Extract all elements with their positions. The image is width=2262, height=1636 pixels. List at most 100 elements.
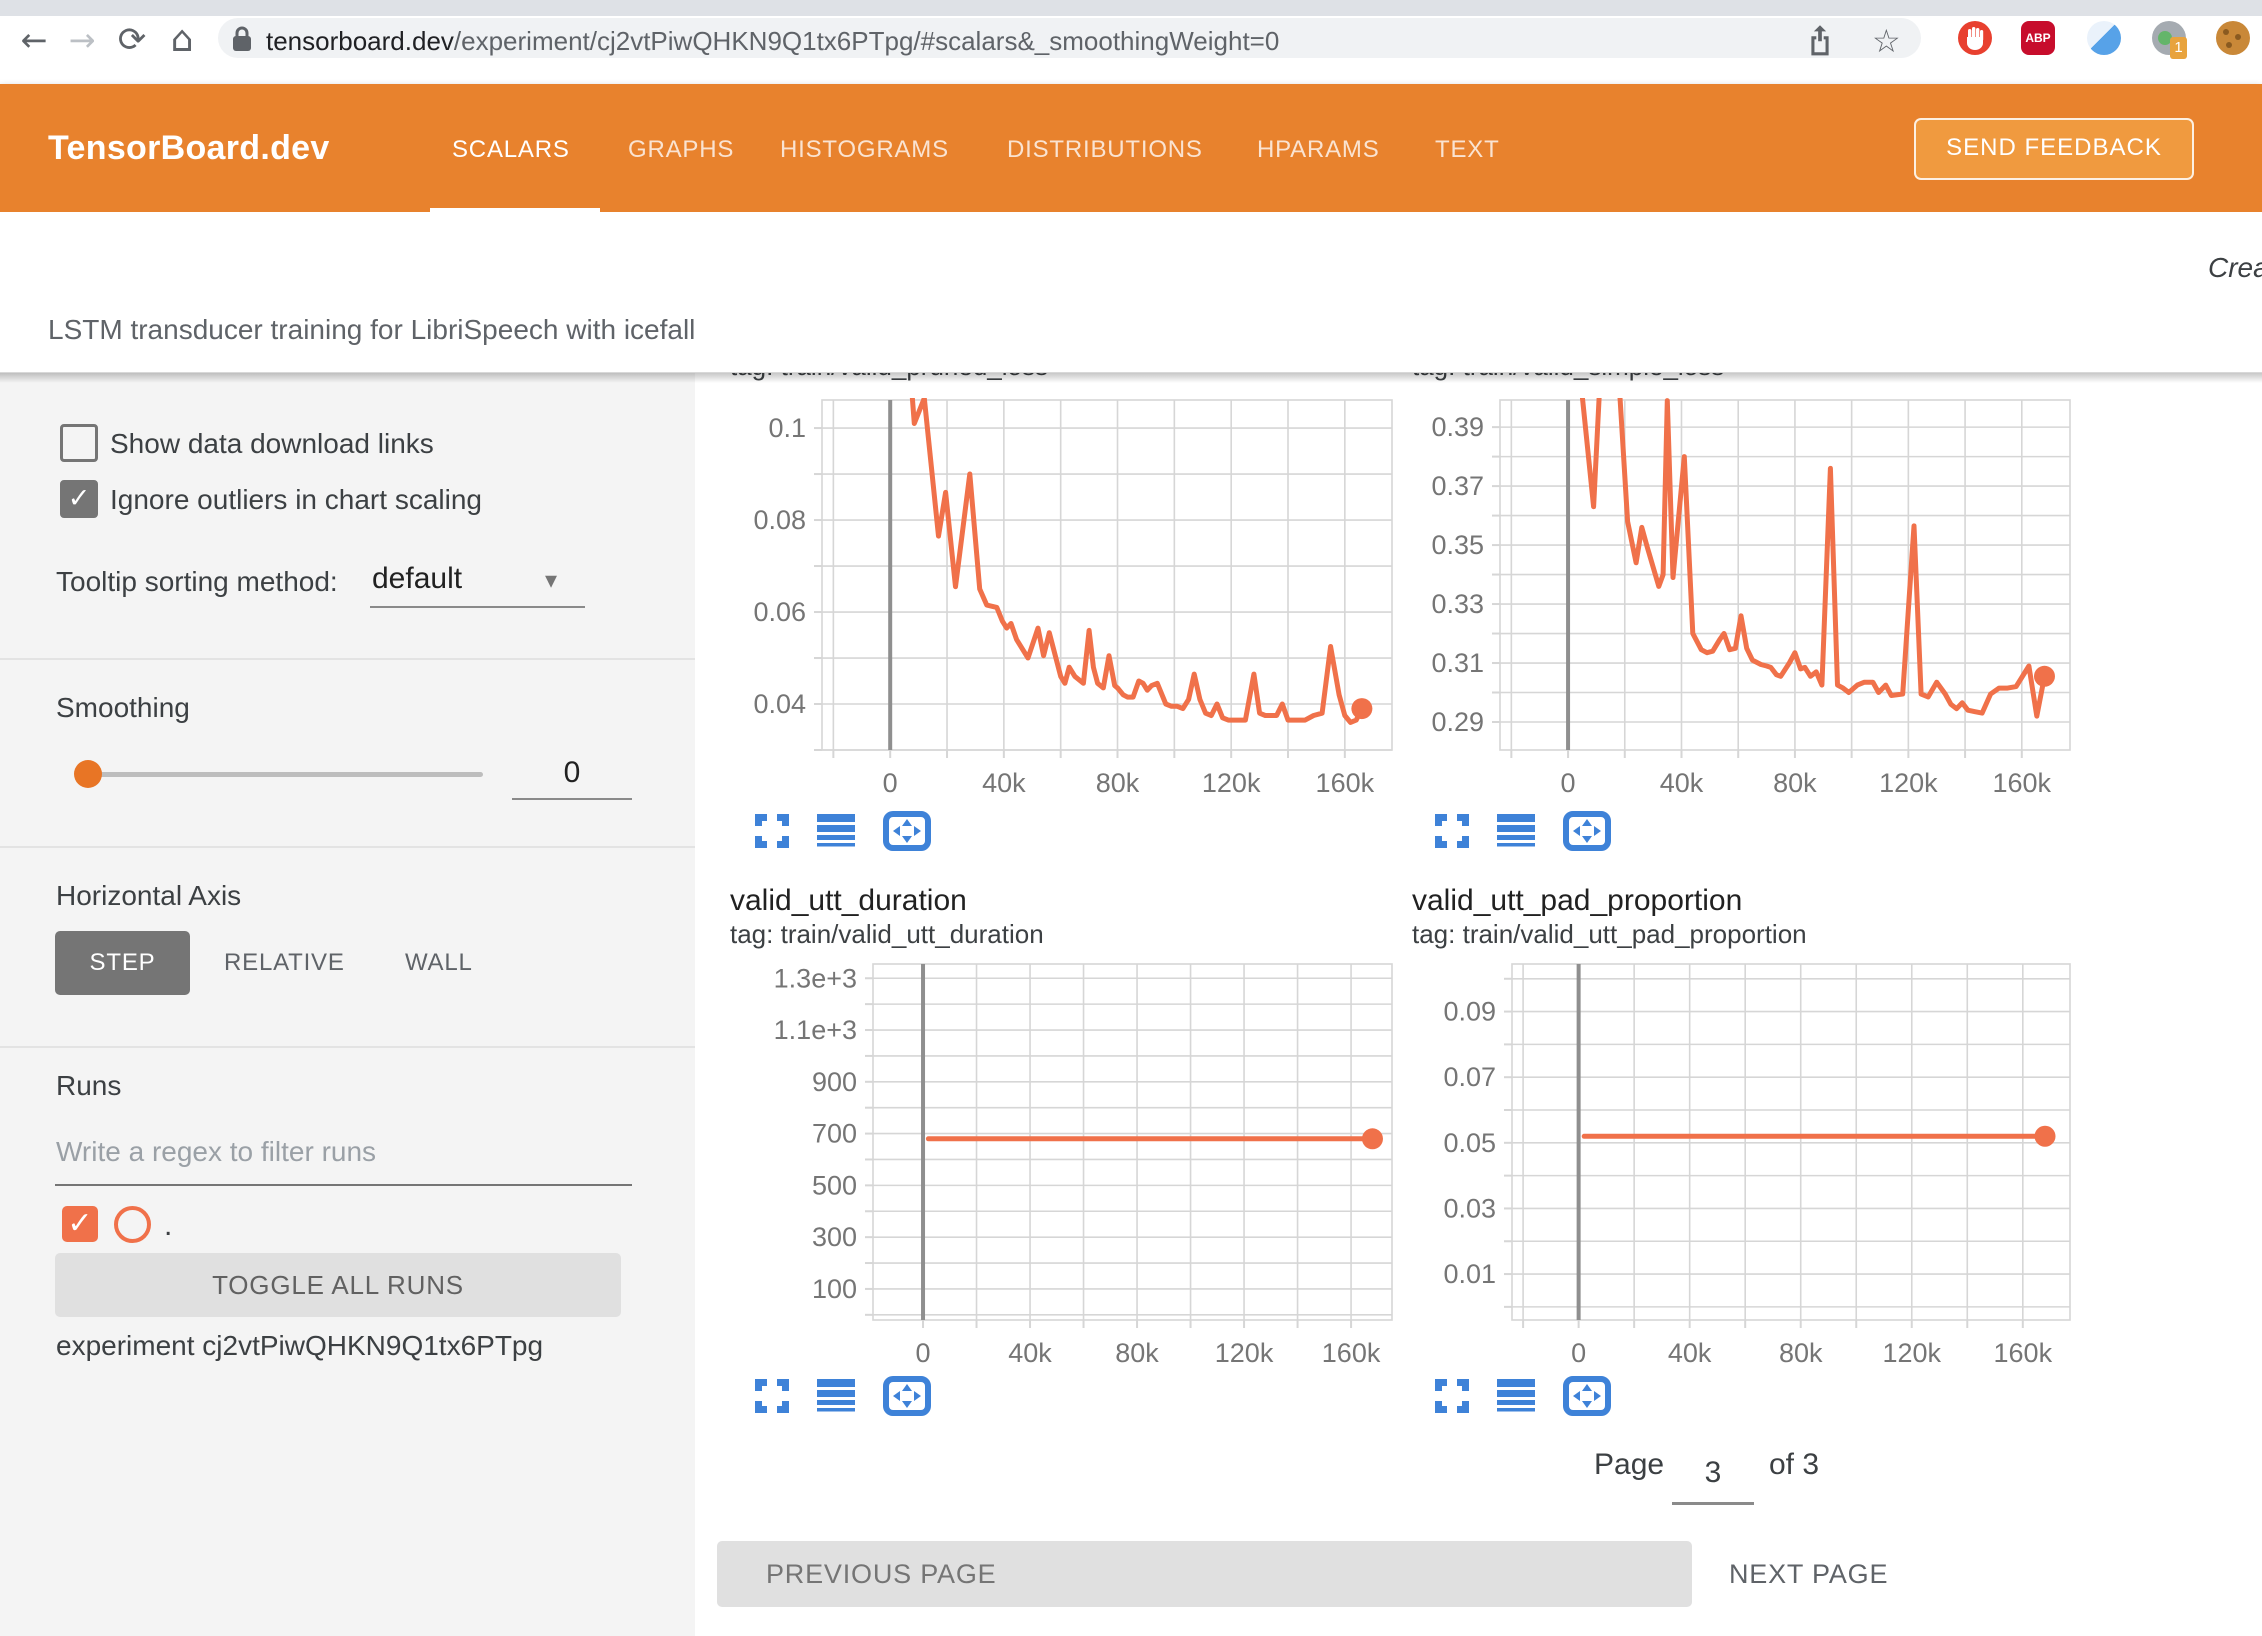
show-download-links-checkbox[interactable] — [60, 424, 98, 462]
forward-icon[interactable]: → — [62, 22, 102, 58]
ignore-outliers-label: Ignore outliers in chart scaling — [110, 484, 482, 516]
svg-text:120k: 120k — [1215, 1338, 1274, 1368]
svg-text:300: 300 — [812, 1222, 857, 1252]
cookie-extension-icon[interactable] — [2216, 21, 2250, 55]
svg-text:40k: 40k — [1668, 1338, 1712, 1368]
tooltip-sorting-label: Tooltip sorting method: — [56, 566, 338, 598]
svg-text:0.39: 0.39 — [1431, 412, 1484, 442]
experiment-id-label: experiment cj2vtPiwQHKN9Q1tx6PTpg — [56, 1330, 543, 1362]
tab-histograms[interactable]: HISTOGRAMS — [780, 136, 949, 164]
fit-domain-icon[interactable] — [883, 811, 931, 851]
subheader-band — [0, 212, 2262, 372]
runs-regex-input[interactable]: Write a regex to filter runs — [56, 1136, 376, 1168]
back-icon[interactable]: ← — [14, 22, 54, 58]
log-scale-icon[interactable] — [817, 814, 855, 850]
reload-icon[interactable]: ⟳ — [112, 22, 152, 58]
chart-tag: tag: train/valid_utt_pad_proportion — [1412, 919, 1807, 950]
chevron-down-icon[interactable]: ▾ — [545, 566, 557, 594]
toggle-all-runs-button[interactable]: TOGGLE ALL RUNS — [55, 1253, 621, 1317]
url-domain: tensorboard.dev — [266, 26, 454, 56]
extension-badge: 1 — [2170, 37, 2187, 59]
page-input-underline — [1672, 1502, 1754, 1505]
scalar-chart-valid-pruned-loss[interactable]: 040k80k120k160k0.040.060.080.1 — [822, 400, 1392, 750]
svg-text:80k: 80k — [1779, 1338, 1823, 1368]
page-of-label: of 3 — [1769, 1448, 1819, 1482]
fullscreen-icon[interactable] — [1435, 1379, 1469, 1413]
svg-text:0.1: 0.1 — [768, 413, 806, 443]
home-icon[interactable]: ⌂ — [162, 22, 202, 58]
chart-title: valid_utt_pad_proportion — [1412, 884, 1742, 918]
fit-domain-icon[interactable] — [883, 1376, 931, 1416]
svg-text:900: 900 — [812, 1067, 857, 1097]
svg-text:100: 100 — [812, 1274, 857, 1304]
v-extension-icon[interactable] — [2087, 21, 2121, 55]
run-checkbox[interactable]: ✓ — [62, 1206, 98, 1242]
smoothing-label: Smoothing — [56, 692, 190, 724]
svg-text:0: 0 — [1561, 768, 1576, 798]
tab-text[interactable]: TEXT — [1435, 136, 1500, 164]
run-color-swatch[interactable] — [114, 1206, 151, 1243]
fullscreen-icon[interactable] — [755, 1379, 789, 1413]
runs-label: Runs — [56, 1070, 121, 1102]
axis-relative-button[interactable]: RELATIVE — [224, 931, 345, 995]
url-path: /experiment/cj2vtPiwQHKN9Q1tx6PTpg/#scal… — [454, 26, 1279, 56]
scalar-chart-valid-simple-loss[interactable]: 040k80k120k160k0.290.310.330.350.370.39 — [1500, 400, 2070, 750]
svg-text:0.31: 0.31 — [1431, 648, 1484, 678]
page-number-input[interactable]: 3 — [1672, 1456, 1754, 1490]
svg-text:40k: 40k — [1660, 768, 1704, 798]
log-scale-icon[interactable] — [817, 1379, 855, 1415]
axis-step-button[interactable]: STEP — [55, 931, 190, 995]
scalar-chart-valid-utt-duration[interactable]: 040k80k120k160k1003005007009001.1e+31.3e… — [873, 964, 1392, 1320]
adblock-extension-icon[interactable] — [1958, 21, 1992, 55]
svg-text:0.35: 0.35 — [1431, 530, 1484, 560]
fullscreen-icon[interactable] — [1435, 814, 1469, 848]
log-scale-icon[interactable] — [1497, 814, 1535, 850]
fit-domain-icon[interactable] — [1563, 1376, 1611, 1416]
svg-text:0.03: 0.03 — [1443, 1193, 1496, 1223]
run-name: . — [164, 1208, 172, 1244]
scalar-chart-valid-utt-pad-proportion[interactable]: 040k80k120k160k0.010.030.050.070.09 — [1512, 964, 2070, 1320]
app-logo[interactable]: TensorBoard.dev — [48, 129, 330, 168]
svg-text:0.04: 0.04 — [753, 689, 806, 719]
svg-text:0.29: 0.29 — [1431, 707, 1484, 737]
abp-extension-icon[interactable]: ABP — [2021, 21, 2055, 55]
previous-page-button[interactable]: PREVIOUS PAGE — [717, 1541, 1692, 1607]
tab-hparams[interactable]: HPARAMS — [1257, 136, 1380, 164]
ignore-outliers-checkbox[interactable]: ✓ — [60, 480, 98, 518]
smoothing-slider-thumb[interactable] — [74, 760, 102, 788]
svg-text:0: 0 — [1571, 1338, 1586, 1368]
chart-title: valid_utt_duration — [730, 884, 967, 918]
tab-scalars[interactable]: SCALARS — [452, 136, 570, 164]
fullscreen-icon[interactable] — [755, 814, 789, 848]
log-scale-icon[interactable] — [1497, 1379, 1535, 1415]
svg-text:120k: 120k — [1882, 1338, 1941, 1368]
svg-text:0.05: 0.05 — [1443, 1128, 1496, 1158]
smoothing-value-input[interactable]: 0 — [512, 756, 632, 790]
svg-text:160k: 160k — [1993, 768, 2052, 798]
tab-graphs[interactable]: GRAPHS — [628, 136, 734, 164]
send-feedback-button[interactable]: SEND FEEDBACK — [1914, 118, 2194, 180]
svg-text:0: 0 — [916, 1338, 931, 1368]
svg-text:1.1e+3: 1.1e+3 — [774, 1015, 857, 1045]
bookmark-star-icon[interactable]: ☆ — [1872, 22, 1901, 60]
svg-text:80k: 80k — [1773, 768, 1817, 798]
extension-icon-with-badge[interactable]: 1 — [2152, 21, 2186, 55]
svg-text:0.06: 0.06 — [753, 597, 806, 627]
tab-distributions[interactable]: DISTRIBUTIONS — [1007, 136, 1203, 164]
svg-text:0.01: 0.01 — [1443, 1259, 1496, 1289]
lock-icon — [231, 25, 253, 53]
svg-text:80k: 80k — [1096, 768, 1140, 798]
clipped-created-text: Crea — [2208, 252, 2262, 284]
axis-wall-button[interactable]: WALL — [405, 931, 473, 995]
runs-regex-underline — [55, 1184, 632, 1186]
next-page-button[interactable]: NEXT PAGE — [1729, 1541, 1888, 1607]
settings-sidebar — [0, 372, 695, 1636]
smoothing-slider-track[interactable] — [87, 772, 483, 777]
svg-text:160k: 160k — [1316, 768, 1375, 798]
fit-domain-icon[interactable] — [1563, 811, 1611, 851]
experiment-title: LSTM transducer training for LibriSpeech… — [48, 314, 695, 346]
svg-text:1.3e+3: 1.3e+3 — [774, 963, 857, 993]
share-icon[interactable] — [1805, 24, 1835, 56]
divider — [0, 1046, 695, 1048]
tooltip-sorting-select[interactable]: default — [372, 562, 462, 596]
